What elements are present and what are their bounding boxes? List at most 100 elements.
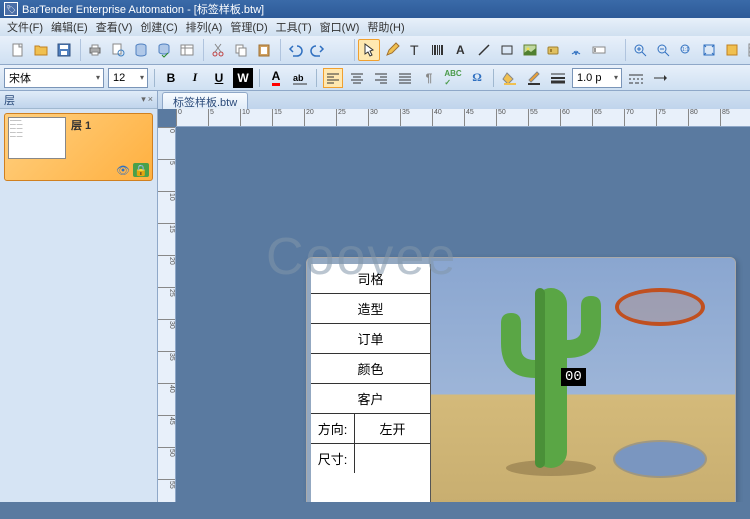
text-tool[interactable]: T xyxy=(404,39,426,61)
zoom-region-button[interactable] xyxy=(721,39,743,61)
line-weight-combo[interactable]: 1.0 p xyxy=(572,68,622,88)
canvas-area: 标签样板.btw 0510152025303540455055606570758… xyxy=(158,91,750,502)
text-a-tool[interactable]: A xyxy=(450,39,472,61)
char-spacing-button[interactable]: ab xyxy=(290,68,310,88)
line-style-button[interactable] xyxy=(548,68,568,88)
menu-help[interactable]: 帮助(H) xyxy=(364,18,407,36)
rfid-tool[interactable] xyxy=(565,39,587,61)
label-table: 司格 造型 订单 颜色 客户 方向: 左开 尺寸: xyxy=(311,264,431,502)
picture-tool[interactable] xyxy=(519,39,541,61)
ruler-horizontal: 0510152025303540455055606570758085 xyxy=(176,109,750,127)
layer-thumbnail: ────── ──── ──── ──── ── xyxy=(8,117,66,159)
layers-panel: 层 ▾ × ────── ──── ──── ──── ── 层 1 👁 🔒 xyxy=(0,91,158,502)
label-image: 00 xyxy=(431,258,735,502)
label-row-dingdan: 订单 xyxy=(311,324,430,354)
menu-arrange[interactable]: 排列(A) xyxy=(183,18,226,36)
paste-button[interactable] xyxy=(253,39,275,61)
menu-tools[interactable]: 工具(T) xyxy=(273,18,315,36)
svg-text:A: A xyxy=(456,43,465,57)
fill-color-button[interactable] xyxy=(500,68,520,88)
database-button[interactable] xyxy=(130,39,152,61)
undo-button[interactable] xyxy=(284,39,306,61)
spellcheck-button[interactable]: ABC✓ xyxy=(443,68,463,88)
svg-text:T: T xyxy=(410,42,419,58)
paragraph-button[interactable]: ¶ xyxy=(419,68,439,88)
copy-button[interactable] xyxy=(230,39,252,61)
shape-tool[interactable] xyxy=(496,39,518,61)
menu-edit[interactable]: 编辑(E) xyxy=(48,18,91,36)
align-right-button[interactable] xyxy=(371,68,391,88)
label-direction-label: 方向: xyxy=(311,414,355,443)
underline-button[interactable]: U xyxy=(209,68,229,88)
db-connect-button[interactable] xyxy=(153,39,175,61)
layer-visibility-icon[interactable]: 👁 xyxy=(115,163,131,177)
input-tool[interactable] xyxy=(588,39,610,61)
label-row-zaoxing: 造型 xyxy=(311,294,430,324)
label-row-sige: 司格 xyxy=(311,264,430,294)
menu-file[interactable]: 文件(F) xyxy=(4,18,46,36)
zoom-in-button[interactable] xyxy=(629,39,651,61)
document-tab-strip: 标签样板.btw xyxy=(158,91,750,109)
ellipse-blue-icon xyxy=(615,442,705,476)
bold-button[interactable]: B xyxy=(161,68,181,88)
ellipse-orange-icon xyxy=(615,288,705,326)
toolbar-format: 宋体 12 B I U W A ab ¶ ABC✓ Ω 1.0 p xyxy=(0,65,750,91)
ruler-vertical: 0510152025303540455055 xyxy=(158,127,176,502)
new-button[interactable] xyxy=(7,39,29,61)
app-title: BarTender Enterprise Automation - [标签样板.… xyxy=(22,1,264,17)
line-color-button[interactable] xyxy=(524,68,544,88)
font-color-button[interactable]: A xyxy=(266,68,286,88)
pointer-tool[interactable] xyxy=(358,39,380,61)
menu-bar: 文件(F) 编辑(E) 查看(V) 创建(C) 排列(A) 管理(D) 工具(T… xyxy=(0,18,750,36)
label-object[interactable]: 司格 造型 订单 颜色 客户 方向: 左开 尺寸: xyxy=(306,257,736,502)
toolbar-main: T A 1:1 xyxy=(0,36,750,65)
font-combo[interactable]: 宋体 xyxy=(4,68,104,88)
label-size-value xyxy=(355,444,430,473)
encoder-tool[interactable] xyxy=(542,39,564,61)
document-tab[interactable]: 标签样板.btw xyxy=(162,92,248,109)
label-size-label: 尺寸: xyxy=(311,444,355,473)
arrow-style-button[interactable] xyxy=(650,68,670,88)
canvas[interactable]: Coovee 司格 造型 订单 颜色 客户 方向: 左开 尺寸: xyxy=(176,127,750,502)
layer-item[interactable]: ────── ──── ──── ──── ── 层 1 👁 🔒 xyxy=(4,113,153,181)
menu-create[interactable]: 创建(C) xyxy=(137,18,180,36)
db-browse-button[interactable] xyxy=(176,39,198,61)
align-justify-button[interactable] xyxy=(395,68,415,88)
label-direction-value: 左开 xyxy=(355,414,430,443)
panel-close-icon[interactable]: × xyxy=(148,94,153,105)
zoom-fit-button[interactable] xyxy=(698,39,720,61)
line-tool[interactable] xyxy=(473,39,495,61)
font-size-combo[interactable]: 12 xyxy=(108,68,148,88)
inverse-button[interactable]: W xyxy=(233,68,253,88)
open-button[interactable] xyxy=(30,39,52,61)
redo-button[interactable] xyxy=(307,39,329,61)
print-button[interactable] xyxy=(84,39,106,61)
cut-button[interactable] xyxy=(207,39,229,61)
align-left-button[interactable] xyxy=(323,68,343,88)
zoom-out-button[interactable] xyxy=(652,39,674,61)
cactus-icon xyxy=(471,268,631,478)
svg-text:1:1: 1:1 xyxy=(682,47,689,53)
layer-lock-icon[interactable]: 🔒 xyxy=(133,163,149,177)
zoom-100-button[interactable]: 1:1 xyxy=(675,39,697,61)
menu-window[interactable]: 窗口(W) xyxy=(317,18,363,36)
layer-name: 层 1 xyxy=(71,117,91,133)
barcode-tool[interactable] xyxy=(427,39,449,61)
print-preview-button[interactable] xyxy=(107,39,129,61)
edit-tool[interactable] xyxy=(381,39,403,61)
title-bar: 🏷 BarTender Enterprise Automation - [标签样… xyxy=(0,0,750,18)
app-icon: 🏷 xyxy=(4,2,18,16)
menu-view[interactable]: 查看(V) xyxy=(93,18,136,36)
menu-admin[interactable]: 管理(D) xyxy=(227,18,270,36)
symbol-button[interactable]: Ω xyxy=(467,68,487,88)
save-button[interactable] xyxy=(53,39,75,61)
label-row-yanse: 颜色 xyxy=(311,354,430,384)
italic-button[interactable]: I xyxy=(185,68,205,88)
grid-button[interactable] xyxy=(744,39,750,61)
svg-text:ab: ab xyxy=(293,73,304,83)
label-row-kehu: 客户 xyxy=(311,384,430,414)
align-center-button[interactable] xyxy=(347,68,367,88)
panel-pin-icon[interactable]: ▾ xyxy=(141,94,146,105)
count-badge: 00 xyxy=(561,368,586,386)
dash-style-button[interactable] xyxy=(626,68,646,88)
